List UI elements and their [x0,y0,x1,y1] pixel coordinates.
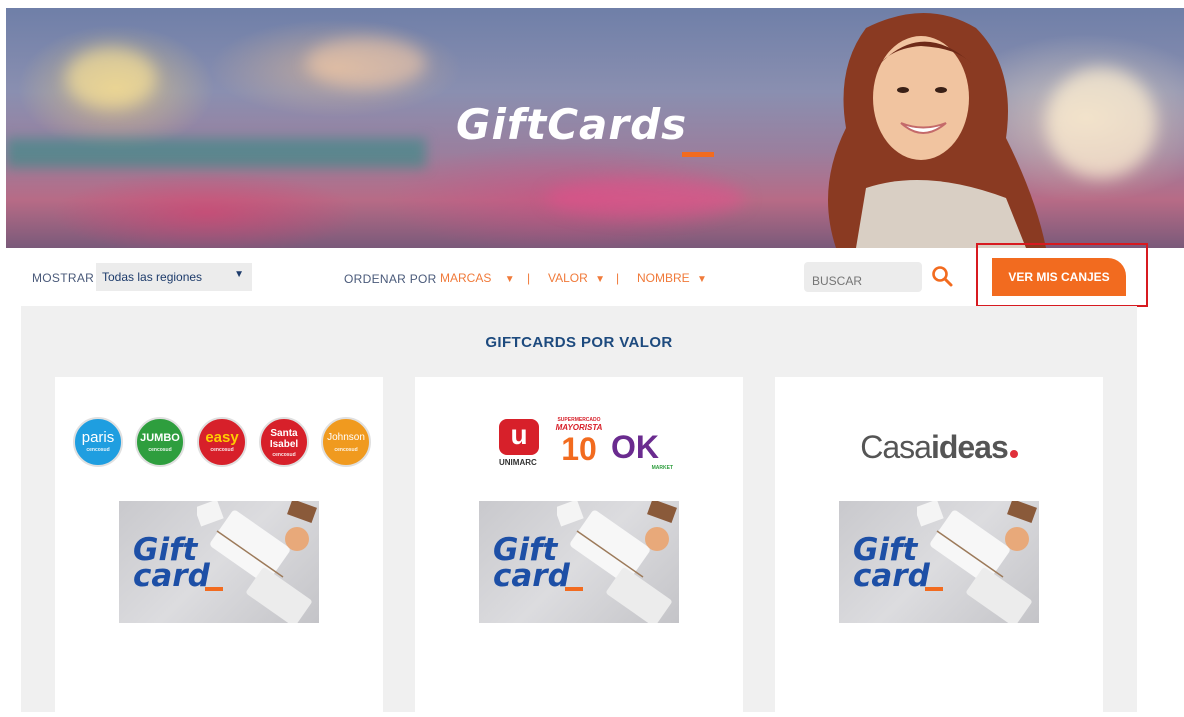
hero-bokeh [306,38,426,88]
sort-by-value[interactable]: VALOR ▼ [548,271,605,285]
sort-by-value-label: VALOR [548,271,588,285]
giftcard-image: Gift card [119,501,319,623]
dropdown-arrow-icon: ▼ [595,274,606,285]
brand-sub: cencosud [148,447,172,453]
show-label: MOSTRAR [32,271,95,285]
ok-text: OK [611,429,659,465]
giftcard-image: Gift card [479,501,679,623]
region-select-value: Todas las regiones [102,270,203,284]
giftcard-card-casaideas[interactable]: Casaideas Gift card [775,377,1103,717]
brand-logo-paris: paris cencosud [73,417,123,467]
giftcard-label: Gift card [853,535,930,594]
brand-logo-unimarc: u UNIMARC [499,419,543,475]
main-panel: GIFTCARDS POR VALOR paris cencosud JUMBO… [21,306,1137,717]
giftcard-underscore [565,587,583,591]
hero-banner: GiftCards [6,8,1184,248]
giftcard-underscore [925,587,943,591]
unimarc-text: UNIMARC [499,458,537,467]
gift-box-icon [557,501,677,623]
gift-box-icon [917,501,1037,623]
unimarc-letter: u [510,419,528,450]
separator: | [616,271,620,285]
sort-by-brands[interactable]: MARCAS ▼ [440,271,515,285]
brand-logos: paris cencosud JUMBO cencosud easy cenco… [55,411,383,477]
brand-logo-jumbo: JUMBO cencosud [135,417,185,467]
brand-logo-easy: easy cencosud [197,417,247,467]
brand-name: Santa Isabel [269,428,299,450]
brand-logo-ok-market: OK MARKET [611,429,675,471]
sort-label: ORDENAR POR [344,272,437,286]
giftcard-label: Gift card [493,535,570,594]
region-select[interactable]: Todas las regiones ▼ [96,263,252,291]
sort-by-name[interactable]: NOMBRE ▼ [637,271,707,285]
brand-sub: cencosud [272,452,296,458]
brand-logos: u UNIMARC SUPERMERCADO MAYORISTA 10 OK M… [415,411,743,477]
casaideas-dot-icon [1009,450,1018,458]
hero-title-underscore [682,152,714,157]
gift-box-icon [197,501,317,623]
separator: | [527,271,531,285]
brand-logo-johnson: Johnson cencosud [321,417,371,467]
giftcard-underscore [205,587,223,591]
casaideas-part1: Casa [860,429,932,465]
brand-name: paris [81,429,115,446]
search-input[interactable] [804,262,922,292]
giftcard-label-line2: card [493,558,570,594]
brand-logo-mayorista: SUPERMERCADO MAYORISTA 10 [551,417,607,475]
dropdown-arrow-icon: ▼ [234,269,244,280]
dropdown-arrow-icon: ▼ [504,274,515,285]
giftcard-card-smu[interactable]: u UNIMARC SUPERMERCADO MAYORISTA 10 OK M… [415,377,743,717]
giftcard-card-cencosud[interactable]: paris cencosud JUMBO cencosud easy cenco… [55,377,383,717]
dropdown-arrow-icon: ▼ [697,274,707,285]
brand-name: JUMBO [140,432,180,444]
hero-bokeh [546,178,746,218]
ok-sub: MARKET [651,465,673,471]
brand-name: Johnson [327,432,365,443]
hero-bokeh [66,48,156,108]
hero-model-image [828,13,1046,248]
brand-sub: cencosud [210,447,234,453]
brand-sub: cencosud [86,447,110,453]
hero-bokeh [1046,68,1156,178]
brand-logo-casaideas: Casaideas [775,429,1103,466]
view-my-redemptions-button[interactable]: VER MIS CANJES [992,258,1126,296]
giftcard-label: Gift card [133,535,210,594]
unimarc-mark: u [499,419,539,455]
brand-name: easy [205,429,239,446]
giftcard-label-line2: card [853,558,930,594]
sort-by-name-label: NOMBRE [637,271,690,285]
casaideas-part2: ideas [930,429,1009,465]
brand-logos: Casaideas [775,411,1103,477]
brand-logo-santa-isabel: Santa Isabel cencosud [259,417,309,467]
hero-title: GiftCards [456,100,688,149]
giftcard-image: Gift card [839,501,1039,623]
sort-by-brands-label: MARCAS [440,271,492,285]
brand-sub: cencosud [334,447,358,453]
search-icon[interactable] [930,264,954,288]
hero-bokeh [6,138,426,168]
section-title: GIFTCARDS POR VALOR [485,334,673,351]
mayorista-number: 10 [561,431,597,467]
giftcard-label-line2: card [133,558,210,594]
